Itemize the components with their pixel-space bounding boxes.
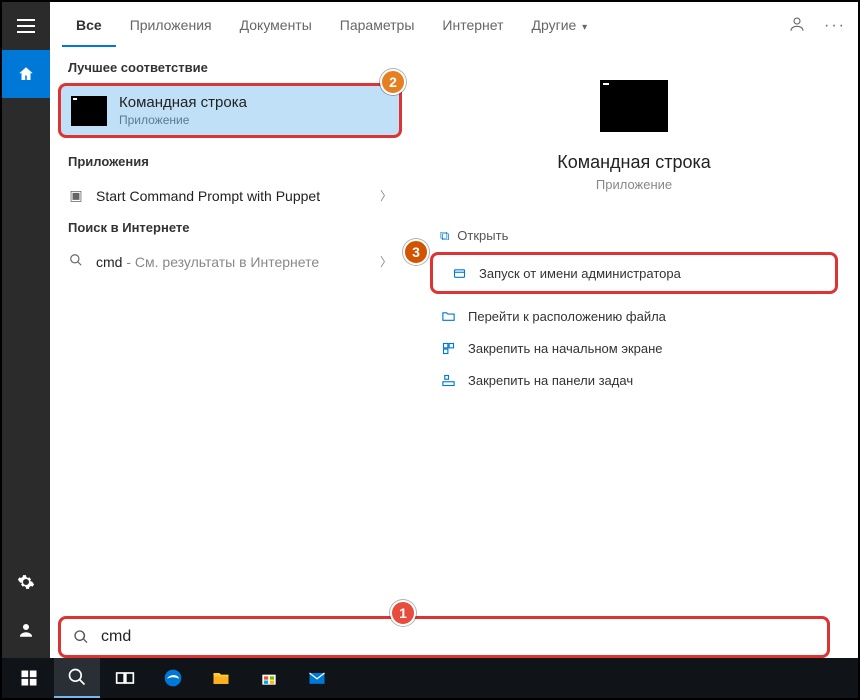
tab-more[interactable]: Другие ▾ bbox=[518, 5, 602, 47]
file-explorer-icon[interactable] bbox=[198, 658, 244, 698]
chevron-down-icon: ▾ bbox=[579, 22, 587, 33]
chevron-right-icon: 〉 bbox=[380, 253, 392, 270]
chevron-right-icon: 〉 bbox=[380, 187, 392, 204]
preview-app-icon bbox=[600, 80, 668, 132]
task-view-button[interactable] bbox=[102, 658, 148, 698]
filter-tabs: Все Приложения Документы Параметры Интер… bbox=[50, 2, 858, 50]
section-apps: Приложения bbox=[50, 148, 410, 177]
folder-icon bbox=[440, 308, 456, 324]
action-pin-taskbar[interactable]: Закрепить на панели задач bbox=[430, 364, 838, 396]
account-button[interactable] bbox=[2, 606, 50, 654]
cmd-icon bbox=[71, 96, 107, 126]
search-icon bbox=[68, 253, 84, 270]
annotation-badge-2: 2 bbox=[380, 69, 406, 95]
best-match-title: Командная строка bbox=[119, 94, 247, 111]
search-box[interactable] bbox=[58, 616, 830, 658]
web-result-cmd[interactable]: cmd - См. результаты в Интернете 〉 bbox=[50, 243, 410, 280]
section-web: Поиск в Интернете bbox=[50, 214, 410, 243]
hamburger-button[interactable] bbox=[2, 2, 50, 50]
search-icon bbox=[73, 629, 89, 645]
more-options-button[interactable]: ··· bbox=[824, 17, 846, 35]
results-column: Лучшее соответствие 2 Командная строка П… bbox=[50, 50, 410, 622]
search-panel: Все Приложения Документы Параметры Интер… bbox=[50, 2, 858, 622]
start-button[interactable] bbox=[6, 658, 52, 698]
action-run-as-admin[interactable]: Запуск от имени администратора bbox=[441, 257, 827, 289]
search-input[interactable] bbox=[101, 628, 815, 646]
annotation-badge-1: 1 bbox=[390, 600, 416, 626]
settings-gear-button[interactable] bbox=[2, 558, 50, 606]
tab-apps[interactable]: Приложения bbox=[116, 5, 226, 47]
mail-icon[interactable] bbox=[294, 658, 340, 698]
home-button[interactable] bbox=[2, 50, 50, 98]
best-match-result[interactable]: Командная строка Приложение bbox=[58, 83, 402, 138]
tab-docs[interactable]: Документы bbox=[226, 5, 326, 47]
store-icon[interactable] bbox=[246, 658, 292, 698]
shield-icon bbox=[451, 265, 467, 281]
action-open-location[interactable]: Перейти к расположению файла bbox=[430, 300, 838, 332]
open-icon: ⧉ bbox=[440, 228, 449, 243]
preview-column: Командная строка Приложение ⧉Открыть 3 З… bbox=[410, 50, 858, 622]
preview-subtitle: Приложение bbox=[596, 177, 672, 192]
annotation-badge-3: 3 bbox=[403, 239, 429, 265]
action-pin-start[interactable]: Закрепить на начальном экране bbox=[430, 332, 838, 364]
app-result-puppet[interactable]: ▣Start Command Prompt with Puppet 〉 bbox=[50, 177, 410, 214]
start-sidebar bbox=[2, 2, 50, 662]
section-best-match: Лучшее соответствие bbox=[50, 54, 410, 83]
tab-all[interactable]: Все bbox=[62, 5, 116, 47]
pin-start-icon bbox=[440, 340, 456, 356]
taskbar-search-button[interactable] bbox=[54, 658, 100, 698]
taskbar bbox=[2, 658, 858, 698]
best-match-subtitle: Приложение bbox=[119, 113, 247, 127]
tab-internet[interactable]: Интернет bbox=[428, 5, 517, 47]
feedback-icon[interactable] bbox=[788, 15, 806, 38]
action-open[interactable]: ⧉Открыть bbox=[430, 222, 838, 250]
tab-settings[interactable]: Параметры bbox=[326, 5, 429, 47]
edge-icon[interactable] bbox=[150, 658, 196, 698]
app-icon: ▣ bbox=[68, 187, 84, 204]
pin-taskbar-icon bbox=[440, 372, 456, 388]
preview-title: Командная строка bbox=[557, 152, 711, 173]
